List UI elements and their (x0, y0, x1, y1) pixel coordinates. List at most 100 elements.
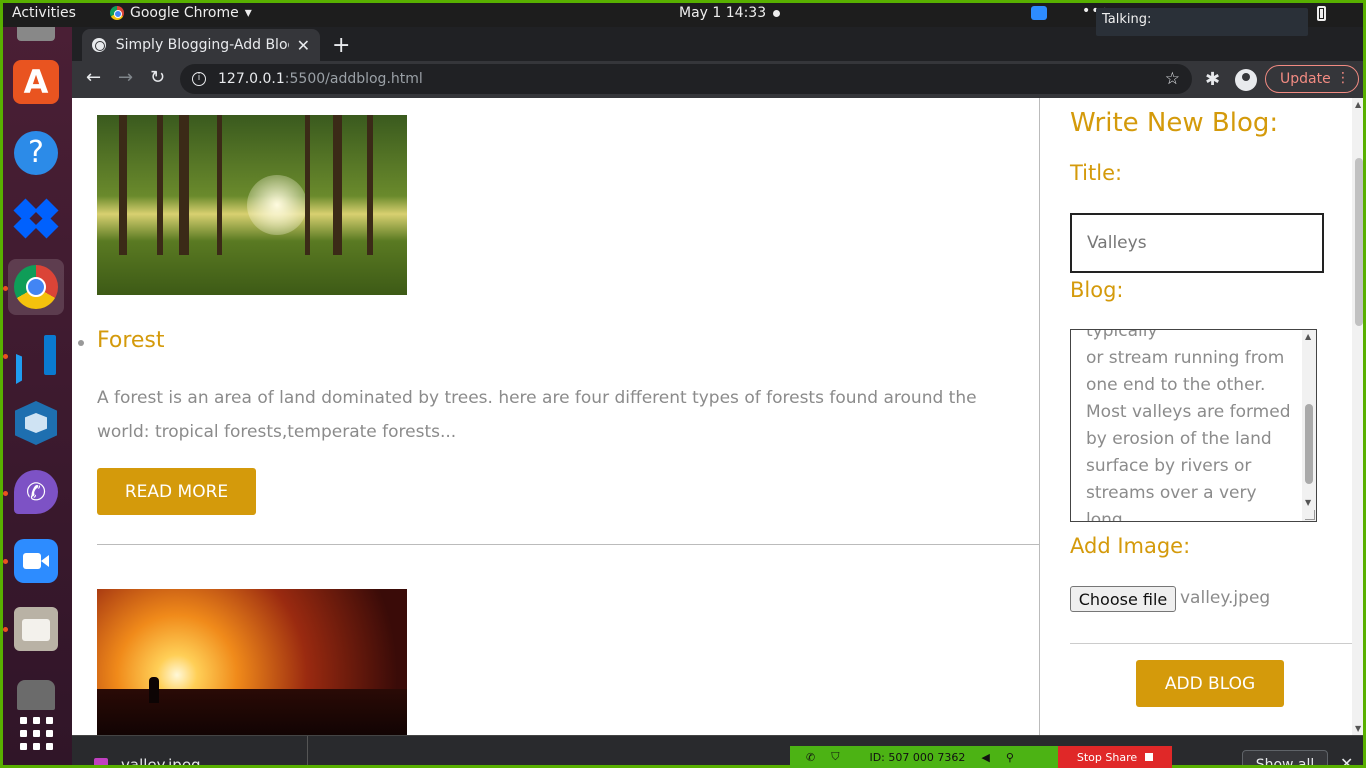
zoom-icon (14, 539, 58, 583)
address-bar[interactable]: i 127.0.0.1:5500/addblog.html ☆ (180, 64, 1192, 94)
add-blog-button[interactable]: ADD BLOG (1136, 660, 1284, 707)
scroll-down-icon[interactable]: ▼ (1305, 498, 1311, 507)
dock-software-center[interactable]: A (8, 54, 64, 110)
post-divider (97, 544, 1040, 545)
dock-virtualbox[interactable] (8, 395, 64, 451)
download-file-name: valley.jpeg (121, 756, 201, 768)
drawer-icon (17, 27, 55, 41)
software-center-icon: A (13, 60, 59, 104)
mic-muted-icon[interactable]: ⚲ (1006, 751, 1014, 764)
show-all-button[interactable]: Show all (1242, 750, 1328, 768)
activities-button[interactable]: Activities (12, 5, 76, 21)
scroll-down-icon[interactable]: ▼ (1355, 724, 1361, 733)
browser-toolbar: ← → ↻ i 127.0.0.1:5500/addblog.html ☆ ✱ … (72, 61, 1366, 98)
extensions-puzzle-icon[interactable]: ✱ (1205, 69, 1220, 90)
show-applications-button[interactable] (8, 705, 64, 761)
dock-files[interactable] (8, 601, 64, 657)
tab-title: Simply Blogging-Add Blog (115, 37, 289, 53)
blog-label: Blog: (1070, 278, 1124, 302)
selected-file-name: valley.jpeg (1180, 588, 1271, 608)
scroll-thumb[interactable] (1305, 404, 1313, 484)
valley-post-image (97, 589, 407, 735)
resize-grip-icon[interactable] (1305, 510, 1315, 520)
speaker-icon[interactable]: ◀ (981, 751, 989, 764)
battery-icon[interactable] (1317, 6, 1326, 21)
back-button[interactable]: ← (86, 67, 101, 88)
dock-zoom[interactable] (8, 533, 64, 589)
forest-post-image (97, 115, 407, 295)
dropbox-icon (12, 198, 60, 240)
download-item[interactable]: valley.jpeg ︿ (72, 736, 308, 768)
meeting-id: ID: 507 000 7362 (869, 750, 966, 764)
url-host: 127.0.0.1 (218, 71, 285, 87)
stop-share-label: Stop Share (1076, 750, 1138, 764)
scroll-up-icon[interactable]: ▲ (1305, 332, 1311, 341)
form-heading: Write New Blog: (1070, 108, 1279, 138)
dock-chrome[interactable] (8, 259, 64, 315)
zoom-tray-icon[interactable] (1031, 6, 1047, 20)
running-indicator (3, 286, 8, 291)
dock-viber[interactable]: ✆ (8, 464, 64, 520)
url-path: :5500/addblog.html (284, 71, 423, 87)
profile-avatar-icon[interactable] (1235, 69, 1257, 91)
app-menu-label: Google Chrome (130, 5, 239, 21)
choose-file-button[interactable]: Choose file (1070, 586, 1176, 612)
bookmark-star-icon[interactable]: ☆ (1165, 69, 1180, 89)
vscode-icon (14, 333, 58, 377)
files-icon (14, 607, 58, 651)
scroll-up-icon[interactable]: ▲ (1355, 100, 1361, 109)
share-controls: ✆ ⛉ ID: 507 000 7362 ◀ ⚲ (790, 746, 1058, 768)
stop-share-button[interactable]: Stop Share (1058, 746, 1172, 768)
app-menu[interactable]: Google Chrome ▾ (110, 5, 252, 21)
chrome-icon (14, 265, 58, 309)
kebab-menu-icon: ⋮ (1336, 70, 1350, 86)
post-excerpt: A forest is an area of land dominated by… (97, 388, 977, 442)
tab-add-blog[interactable]: Simply Blogging-Add Blog ✕ (82, 29, 320, 61)
post-title[interactable]: Forest (97, 328, 165, 353)
close-icon[interactable]: ✕ (1340, 754, 1353, 768)
info-icon[interactable]: i (192, 72, 206, 86)
running-indicator (3, 354, 8, 359)
title-input[interactable] (1070, 213, 1324, 273)
dock: A ? ✆ (0, 27, 72, 768)
forward-button[interactable]: → (118, 67, 133, 88)
zoom-talking-indicator: Talking: (1096, 8, 1308, 36)
chevron-up-icon[interactable]: ︿ (278, 756, 292, 768)
list-bullet (78, 340, 84, 346)
read-more-button[interactable]: READ MORE (97, 468, 256, 515)
form-divider (1070, 643, 1352, 644)
help-icon: ? (14, 131, 58, 175)
image-file-icon (94, 758, 108, 768)
new-blog-form: Write New Blog: Title: Blog: typically o… (1040, 98, 1354, 735)
scroll-thumb[interactable] (1355, 158, 1363, 326)
chrome-icon (110, 6, 124, 20)
dock-vscode[interactable] (8, 327, 64, 383)
new-tab-button[interactable]: + (332, 33, 350, 58)
app-grid-icon (19, 716, 53, 750)
stop-icon (1145, 753, 1154, 761)
running-indicator (3, 627, 8, 632)
chrome-window: Simply Blogging-Add Blog ✕ + ← → ↻ i 127… (72, 27, 1366, 768)
shield-icon[interactable]: ⛉ (831, 750, 839, 764)
web-page: Forest A forest is an area of land domin… (72, 98, 1366, 735)
running-indicator (3, 491, 8, 496)
title-label: Title: (1070, 161, 1123, 185)
update-label: Update (1280, 71, 1331, 87)
clock[interactable]: May 1 14:33 (679, 5, 766, 21)
update-button[interactable]: Update ⋮ (1265, 65, 1359, 93)
blog-textarea[interactable]: typically or stream running from one end… (1070, 329, 1317, 522)
dock-help[interactable]: ? (8, 125, 64, 181)
notification-dot (773, 10, 780, 17)
close-icon[interactable]: ✕ (297, 36, 310, 55)
viber-icon: ✆ (14, 470, 58, 514)
page-scrollbar[interactable]: ▲ ▼ (1352, 98, 1366, 735)
reload-button[interactable]: ↻ (150, 67, 165, 88)
textarea-scrollbar[interactable]: ▲ ▼ (1302, 330, 1316, 521)
image-label: Add Image: (1070, 534, 1191, 558)
virtualbox-icon (15, 401, 57, 445)
phone-icon[interactable]: ✆ (806, 751, 815, 764)
running-indicator (3, 559, 8, 564)
dock-dropbox[interactable] (8, 192, 64, 248)
blog-text: typically or stream running from one end… (1086, 329, 1291, 522)
zoom-share-bar: ✆ ⛉ ID: 507 000 7362 ◀ ⚲ Stop Share (790, 746, 1172, 768)
